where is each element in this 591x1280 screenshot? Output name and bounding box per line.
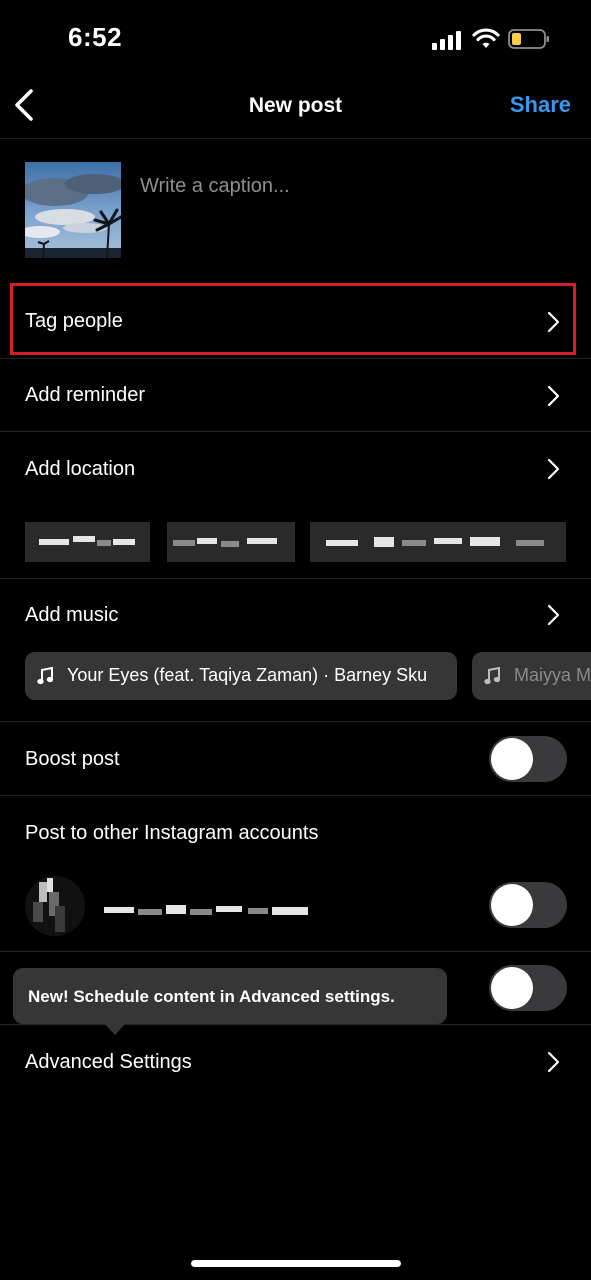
highlight-box — [10, 283, 576, 355]
location-suggestion-chip[interactable] — [25, 522, 150, 562]
header-divider — [0, 138, 591, 139]
music-note-icon — [37, 667, 53, 685]
location-suggestion-chip[interactable] — [167, 522, 295, 562]
wifi-icon — [472, 28, 500, 48]
post-to-other-accounts-label: Post to other Instagram accounts — [25, 822, 319, 844]
add-location-row[interactable]: Add location — [0, 432, 591, 506]
share-button[interactable]: Share — [510, 92, 571, 118]
post-to-account-toggle[interactable] — [489, 882, 567, 928]
music-suggestion-chip[interactable]: Your Eyes (feat. Taqiya Zaman) · Barney … — [25, 652, 457, 700]
post-thumbnail[interactable] — [25, 162, 121, 258]
tooltip-text: New! Schedule content in Advanced settin… — [28, 987, 395, 1006]
add-reminder-label: Add reminder — [25, 384, 146, 406]
chevron-right-icon — [547, 458, 560, 480]
home-indicator[interactable] — [191, 1260, 401, 1267]
advanced-settings-label: Advanced Settings — [25, 1051, 192, 1073]
chevron-right-icon — [547, 1051, 560, 1073]
caption-input[interactable]: Write a caption... — [140, 175, 290, 198]
chevron-right-icon — [547, 604, 560, 626]
music-title: Maiyya M — [514, 665, 591, 685]
add-music-label: Add music — [25, 604, 119, 626]
add-music-row[interactable]: Add music — [0, 579, 591, 653]
avatar — [25, 876, 85, 936]
add-location-label: Add location — [25, 458, 136, 480]
divider — [0, 951, 591, 952]
boost-post-toggle[interactable] — [489, 736, 567, 782]
battery-icon — [508, 29, 549, 49]
add-reminder-row[interactable]: Add reminder — [0, 358, 591, 432]
advanced-settings-row[interactable]: Advanced Settings — [0, 1025, 591, 1099]
music-note-icon — [484, 667, 500, 685]
schedule-tooltip[interactable]: New! Schedule content in Advanced settin… — [13, 968, 447, 1024]
music-suggestion-chip[interactable]: Maiyya M — [472, 652, 591, 700]
music-title: Your Eyes (feat. Taqiya Zaman) · Barney … — [67, 665, 428, 685]
cellular-signal-icon — [432, 31, 461, 50]
boost-post-row: Boost post — [0, 722, 591, 796]
location-suggestion-chip[interactable] — [310, 522, 566, 562]
setting-toggle[interactable] — [489, 965, 567, 1011]
boost-post-label: Boost post — [25, 748, 120, 770]
chevron-right-icon — [547, 385, 560, 407]
account-username — [104, 903, 319, 919]
page-title: New post — [248, 94, 343, 117]
divider — [0, 795, 591, 796]
status-time: 6:52 — [68, 22, 123, 52]
